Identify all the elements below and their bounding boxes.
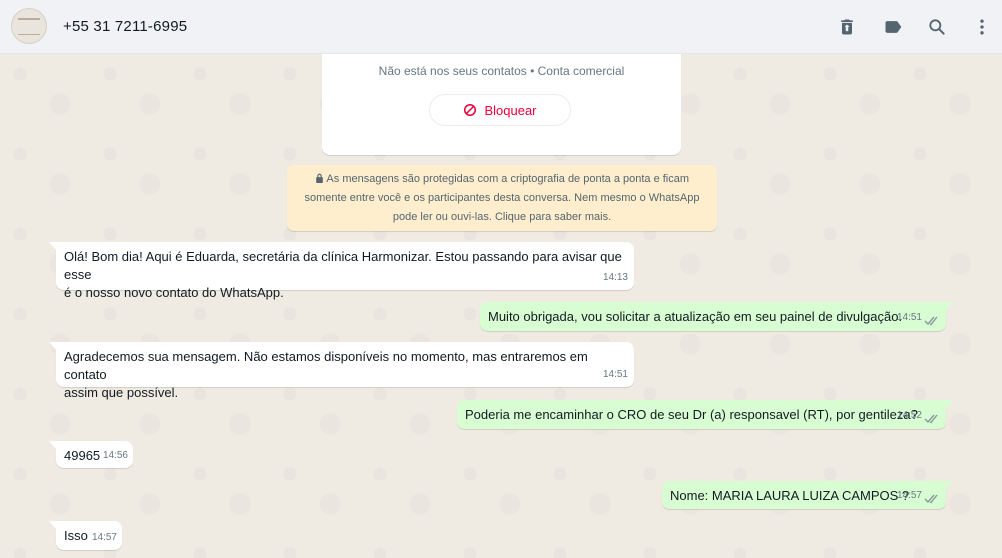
message-text: Isso [64,528,88,543]
message-incoming[interactable]: Isso 14:57 [49,521,122,550]
message-time: 14:56 [102,450,128,461]
block-icon [464,103,477,117]
message-time: 14:57 [896,490,922,501]
bubble-tail [49,242,57,251]
message-text: Nome: MARIA LAURA LUIZA CAMPOS ? [670,488,910,503]
message-outgoing[interactable]: Nome: MARIA LAURA LUIZA CAMPOS ? 14:57 [662,481,953,509]
search-icon[interactable] [925,15,949,39]
bubble-tail [945,302,953,311]
message-text: Olá! Bom dia! Aqui é Eduarda, secretária… [64,249,622,300]
lock-icon [316,173,323,183]
read-ticks-icon [924,494,938,504]
encryption-notice[interactable]: As mensagens são protegidas com a cripto… [287,165,717,231]
read-ticks-icon [924,414,938,424]
read-ticks-icon [924,316,938,326]
label-icon[interactable] [881,15,905,39]
message-text: Muito obrigada, vou solicitar a atualiza… [488,309,903,324]
contact-info-card: Não está nos seus contatos • Conta comer… [322,54,681,155]
message-outgoing[interactable]: Muito obrigada, vou solicitar a atualiza… [480,302,953,331]
contact-status-text: Não está nos seus contatos • Conta comer… [378,64,625,78]
contact-name[interactable]: +55 31 7211-6995 [63,18,187,35]
encryption-notice-line: pode ler ou ouvi-las. Clique para saber … [392,211,612,223]
message-incoming[interactable]: 49965 14:56 [49,441,133,468]
bubble-tail [49,342,57,351]
bubble-tail [49,441,57,450]
message-text: 49965 [64,448,101,463]
encryption-notice-line: somente entre você e os participantes de… [304,192,700,204]
delete-icon[interactable] [835,15,859,39]
message-incoming[interactable]: Agradecemos sua mensagem. Não estamos di… [49,342,634,400]
bubble-tail [49,521,57,530]
encryption-notice-line: As mensagens são protegidas com a cripto… [326,173,690,185]
contact-avatar[interactable] [11,8,47,44]
message-time: 14:13 [602,272,628,283]
chat-header: +55 31 7211-6995 [0,0,1002,54]
message-time: 14:51 [896,312,922,323]
menu-icon[interactable] [970,15,994,39]
message-text: Poderia me encaminhar o CRO de seu Dr (a… [465,407,918,422]
block-button[interactable]: Bloquear [429,94,571,126]
message-incoming[interactable]: Olá! Bom dia! Aqui é Eduarda, secretária… [49,242,634,300]
business-logo-icon [18,17,40,35]
message-text: Agradecemos sua mensagem. Não estamos di… [64,349,588,400]
message-time: 14:57 [91,532,117,543]
message-time: 14:51 [602,369,628,380]
block-button-label: Bloquear [484,102,537,118]
bubble-tail [945,481,953,490]
message-time: 14:52 [896,410,922,421]
bubble-tail [945,400,953,409]
message-outgoing[interactable]: Poderia me encaminhar o CRO de seu Dr (a… [457,400,953,429]
